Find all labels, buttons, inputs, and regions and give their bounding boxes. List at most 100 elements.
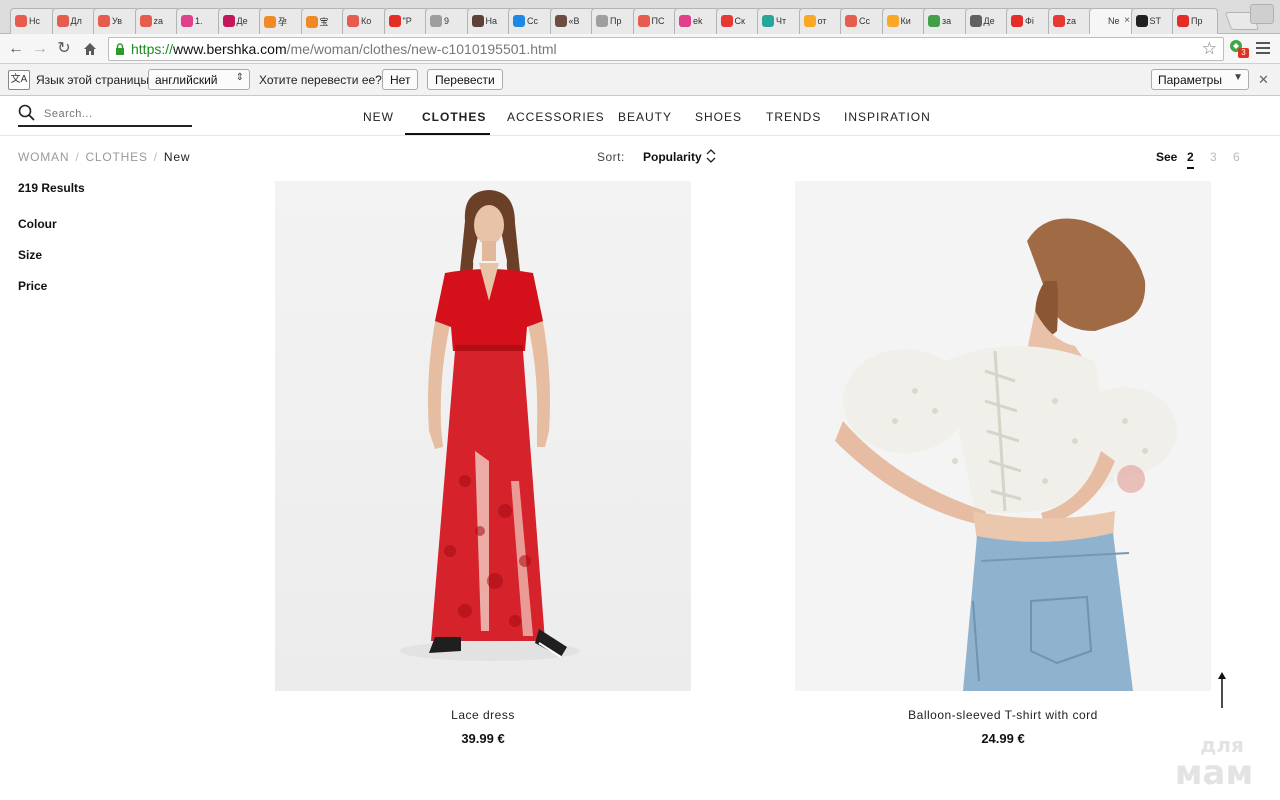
tab-title: Пр [1191, 16, 1203, 26]
browser-tab[interactable]: 1. [176, 8, 222, 34]
nav-item-beauty[interactable]: BEAUTY [618, 110, 672, 124]
browser-tab[interactable]: ПС [632, 8, 679, 34]
tab-title: "Р [402, 16, 412, 26]
nav-item-shoes[interactable]: SHOES [695, 110, 742, 124]
tab-favicon-icon [430, 15, 442, 27]
product-image-lace-dress[interactable] [275, 181, 691, 691]
nav-item-clothes[interactable]: CLOTHES [422, 110, 486, 124]
browser-tab[interactable]: za [1047, 8, 1094, 34]
browser-tab[interactable]: Пр [1172, 8, 1218, 34]
browser-tab[interactable]: Сс [508, 8, 554, 34]
browser-tab[interactable]: «В [549, 8, 596, 34]
nav-item-new[interactable]: NEW [363, 110, 394, 124]
browser-tab[interactable]: 宝 [300, 8, 347, 34]
view-option-6[interactable]: 6 [1233, 150, 1240, 164]
tab-title: Сс [527, 16, 538, 26]
no-translate-button[interactable]: Нет [382, 69, 419, 90]
view-option-3[interactable]: 3 [1210, 150, 1217, 164]
browser-tab[interactable]: Чт [757, 8, 803, 34]
language-select-value: английский [155, 73, 218, 87]
tab-title: Ки [900, 16, 911, 26]
tab-favicon-icon [305, 15, 318, 28]
tab-title: Нс [29, 16, 40, 26]
results-count: 219 Results [18, 181, 85, 195]
scroll-to-top-icon[interactable] [1215, 670, 1229, 710]
browser-tab[interactable]: за [923, 8, 969, 34]
browser-tab[interactable]: Фі [1006, 8, 1052, 34]
filter-size[interactable]: Size [18, 248, 42, 262]
tab-title: ПС [651, 16, 665, 26]
product-image-balloon-tshirt[interactable] [795, 181, 1211, 691]
tab-favicon-icon [762, 15, 774, 27]
see-label: See [1156, 150, 1178, 164]
tab-favicon-icon [388, 15, 401, 27]
forward-icon[interactable]: → [30, 39, 50, 59]
search-box[interactable] [18, 104, 192, 127]
browser-tab[interactable]: ST [1130, 8, 1177, 34]
browser-tab[interactable]: от [798, 8, 845, 34]
tab-close-icon[interactable]: × [1124, 15, 1130, 26]
browser-tab[interactable]: Ск [715, 8, 762, 34]
tab-favicon-icon [886, 15, 899, 27]
browser-tab[interactable]: На [466, 8, 513, 34]
tab-favicon-icon [222, 15, 235, 27]
browser-tab[interactable]: Ко [342, 8, 388, 34]
browser-tab[interactable]: Сс [840, 8, 886, 34]
tab-favicon-icon [56, 15, 69, 27]
reload-icon[interactable]: ↻ [54, 39, 74, 59]
tab-favicon-icon [181, 15, 193, 27]
tab-favicon-icon [513, 15, 525, 27]
tab-title: ek [693, 16, 703, 26]
tab-favicon-icon [139, 15, 152, 27]
sort-control[interactable]: Sort: Popularity [597, 149, 716, 164]
home-icon[interactable] [80, 39, 100, 59]
close-icon[interactable]: ✕ [1258, 72, 1269, 88]
product-name[interactable]: Lace dress [275, 708, 691, 722]
translate-options-select[interactable]: Параметры ▼ [1151, 69, 1249, 90]
browser-tab[interactable]: Ки [881, 8, 928, 34]
breadcrumb-new: New [163, 150, 191, 164]
profile-button[interactable] [1250, 4, 1274, 24]
browser-tab[interactable]: Нс [10, 8, 56, 34]
filter-colour[interactable]: Colour [18, 217, 57, 231]
translate-icon: 文A [8, 70, 30, 90]
translate-button[interactable]: Перевести [427, 69, 503, 90]
browser-tab[interactable]: Де [217, 8, 264, 34]
search-input[interactable] [44, 106, 189, 122]
product-name[interactable]: Balloon-sleeved T-shirt with cord [795, 708, 1211, 722]
browser-tab[interactable]: Ув [93, 8, 139, 34]
breadcrumb-woman[interactable]: WOMAN [18, 150, 69, 164]
search-icon[interactable] [18, 104, 36, 122]
nav-item-trends[interactable]: TRENDS [766, 110, 821, 124]
browser-tab[interactable]: Ne × [1089, 8, 1135, 35]
sort-value[interactable]: Popularity [643, 150, 702, 164]
nav-item-accessories[interactable]: ACCESSORIES [507, 110, 605, 124]
tab-title: Ne [1108, 16, 1120, 26]
browser-tab[interactable]: ek [674, 8, 720, 34]
tab-title: Де [236, 16, 248, 26]
browser-tab[interactable]: za [134, 8, 181, 34]
tab-title: 9 [444, 16, 450, 26]
nav-item-inspiration[interactable]: INSPIRATION [844, 110, 931, 124]
breadcrumb-clothes[interactable]: CLOTHES [85, 150, 147, 164]
bookmark-star-icon[interactable]: ☆ [1202, 39, 1217, 59]
language-select[interactable]: английский ⇕ [148, 69, 250, 90]
tab-favicon-icon [554, 15, 567, 27]
tab-favicon-icon [347, 15, 359, 27]
browser-menu-icon[interactable] [1256, 42, 1270, 56]
back-icon[interactable]: ← [6, 39, 26, 59]
browser-tab[interactable]: Дл [51, 8, 98, 34]
browser-tab[interactable]: "Р [383, 8, 430, 34]
browser-tab[interactable]: Де [964, 8, 1011, 34]
tab-title: za [153, 16, 164, 26]
browser-tab[interactable]: Пр [591, 8, 637, 34]
tab-favicon-icon [264, 15, 276, 28]
filter-price[interactable]: Price [18, 279, 47, 293]
sort-chevrons-icon[interactable] [705, 148, 717, 164]
lock-icon [116, 43, 124, 55]
browser-tab[interactable]: 9 [425, 8, 471, 34]
browser-tab[interactable]: 孕 [259, 8, 305, 34]
view-option-2[interactable]: 2 [1187, 150, 1194, 169]
extension-icon[interactable]: 3 [1228, 38, 1249, 58]
address-bar[interactable]: https://www.bershka.com/me/woman/clothes… [108, 37, 1224, 61]
